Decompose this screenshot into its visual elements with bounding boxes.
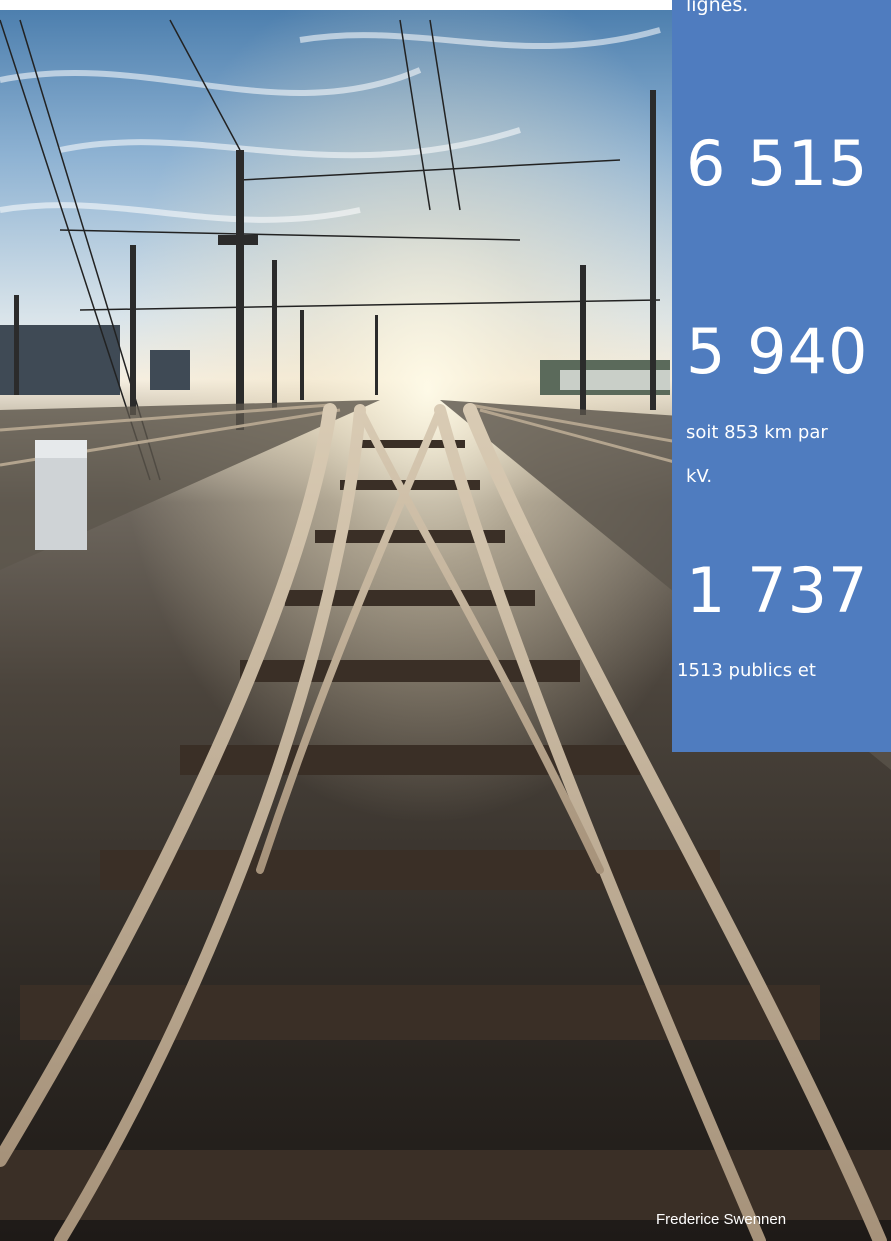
stat-caption-2a: soit 853 km par [686, 422, 828, 443]
stat-value-1: 6 515 [686, 127, 869, 200]
stat-value-3: 1 737 [686, 554, 869, 627]
stat-caption-3: 1513 publics et [677, 660, 816, 681]
panel-text-fragment: lignes. [686, 0, 749, 16]
page: lignes. 6 515 5 940 soit 853 km par kV. … [0, 0, 891, 1241]
info-panel: lignes. 6 515 5 940 soit 853 km par kV. … [672, 0, 891, 752]
photo-credit: Frederice Swennen [656, 1211, 787, 1228]
electrical-box-top [35, 440, 87, 458]
stat-value-2: 5 940 [686, 315, 869, 388]
stat-caption-2b: kV. [686, 466, 713, 487]
